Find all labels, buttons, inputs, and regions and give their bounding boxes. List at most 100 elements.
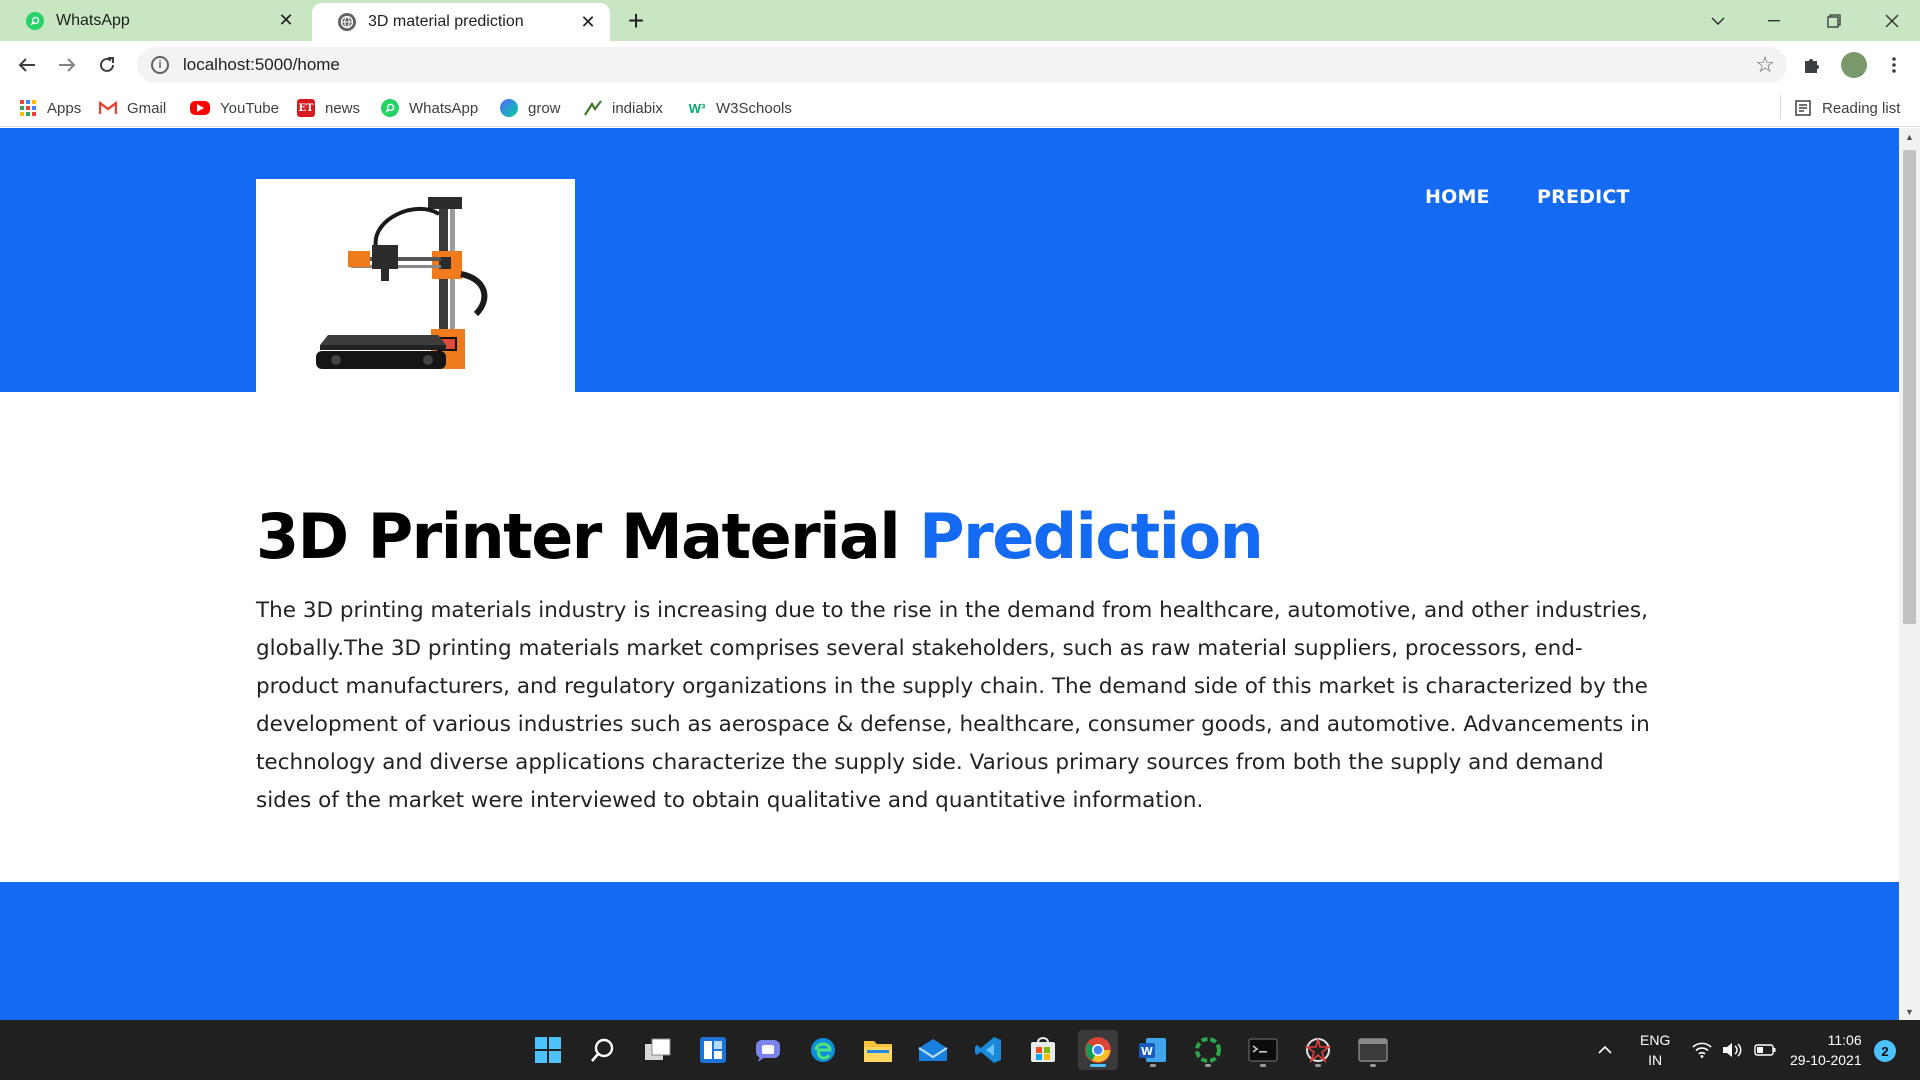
bookmark-youtube[interactable]: YouTube <box>190 96 279 120</box>
gmail-icon <box>99 99 117 117</box>
bookmark-label: WhatsApp <box>409 99 479 117</box>
active-indicator <box>1090 1064 1106 1067</box>
window-app-icon[interactable] <box>1353 1030 1393 1070</box>
whatsapp-icon <box>381 99 399 117</box>
back-arrow-icon[interactable] <box>10 48 44 82</box>
bookmark-apps[interactable]: Apps <box>19 96 81 120</box>
spinner-app-icon[interactable] <box>1188 1030 1228 1070</box>
tray-overflow-chevron-icon[interactable] <box>1598 1020 1612 1080</box>
tab-search-chevron-icon[interactable] <box>1690 0 1746 41</box>
scroll-down-arrow-icon[interactable]: ▼ <box>1899 1003 1920 1020</box>
bookmark-indiabix[interactable]: indiabix <box>584 96 663 120</box>
running-indicator <box>1260 1064 1266 1067</box>
word-icon[interactable]: W <box>1133 1030 1173 1070</box>
bookmark-label: YouTube <box>220 99 279 117</box>
indiabix-icon <box>584 99 602 117</box>
page-scrollbar[interactable]: ▲ ▼ <box>1899 128 1920 1020</box>
bookmark-label: indiabix <box>612 99 663 117</box>
new-tab-button[interactable]: + <box>618 4 654 38</box>
bookmark-label: grow <box>528 99 561 117</box>
clock-time: 11:06 <box>1827 1032 1862 1048</box>
youtube-icon <box>190 101 210 115</box>
reading-list-button[interactable]: Reading list <box>1794 96 1900 120</box>
chrome-icon[interactable] <box>1078 1030 1118 1070</box>
widgets-icon[interactable] <box>693 1030 733 1070</box>
site-info-icon[interactable]: i <box>151 56 169 74</box>
bookmark-label: Apps <box>47 99 82 117</box>
windows-taskbar: W ENG IN 11:06 29-10-2021 <box>0 1020 1920 1080</box>
globe-icon <box>338 13 356 31</box>
running-indicator <box>1370 1064 1376 1067</box>
page-viewport: HOME PREDICT 3D Printer Material Predict… <box>0 128 1899 1020</box>
mail-icon[interactable] <box>913 1030 953 1070</box>
forward-arrow-icon[interactable] <box>50 48 84 82</box>
language-code: ENG <box>1640 1032 1671 1048</box>
bookmark-label: Gmail <box>127 99 167 117</box>
language-region: IN <box>1648 1052 1663 1068</box>
whatsapp-icon <box>26 11 44 30</box>
intro-paragraph: The 3D printing materials industry is in… <box>256 598 1650 813</box>
running-indicator <box>1150 1064 1156 1067</box>
bookmark-w3schools[interactable]: W³ W3Schools <box>688 96 792 120</box>
title-main-text: 3D Printer Material <box>256 500 920 573</box>
running-indicator <box>1315 1064 1321 1067</box>
bookmark-gmail[interactable]: Gmail <box>99 96 166 120</box>
apps-grid-icon <box>19 99 37 117</box>
w3schools-icon: W³ <box>688 100 706 116</box>
address-bar[interactable]: i localhost:5000/home ☆ <box>137 47 1787 83</box>
wifi-icon[interactable] <box>1692 1020 1712 1080</box>
reading-list-icon <box>1794 99 1812 117</box>
hero-header: HOME PREDICT <box>0 128 1899 392</box>
notification-badge[interactable]: 2 <box>1874 1040 1896 1062</box>
tab-whatsapp[interactable]: WhatsApp ✕ <box>0 0 308 41</box>
tab-strip: WhatsApp ✕ 3D material prediction ✕ + <box>0 0 1920 41</box>
language-indicator[interactable]: ENG IN <box>1640 1020 1670 1080</box>
nav-home-link[interactable]: HOME <box>1425 186 1490 208</box>
profile-avatar[interactable] <box>1841 52 1867 78</box>
footer-band <box>0 882 1899 1020</box>
terminal-icon[interactable] <box>1243 1030 1283 1070</box>
edge-icon[interactable] <box>803 1030 843 1070</box>
nav-predict-link[interactable]: PREDICT <box>1537 186 1630 208</box>
bookmark-news[interactable]: ET news <box>297 96 360 120</box>
title-accent-text: Prediction <box>919 500 1264 573</box>
store-icon[interactable] <box>1023 1030 1063 1070</box>
file-explorer-icon[interactable] <box>858 1030 898 1070</box>
tab-3d-material-prediction[interactable]: 3D material prediction ✕ <box>312 3 610 41</box>
close-tab-icon[interactable]: ✕ <box>270 5 302 37</box>
reading-list-label: Reading list <box>1822 99 1901 117</box>
bookmark-label: W3Schools <box>716 99 792 117</box>
task-view-icon[interactable] <box>638 1030 678 1070</box>
page-title: 3D Printer Material Prediction <box>256 500 1264 573</box>
3d-printer-image <box>256 179 575 392</box>
bookmark-whatsapp[interactable]: WhatsApp <box>381 96 478 120</box>
more-menu-icon[interactable] <box>1878 49 1910 81</box>
clock[interactable]: 11:06 29-10-2021 <box>1790 1020 1862 1080</box>
minimize-icon[interactable] <box>1746 0 1802 41</box>
bookmark-grow[interactable]: grow <box>500 96 561 120</box>
restore-icon[interactable] <box>1806 0 1862 41</box>
tab-title: 3D material prediction <box>368 13 524 30</box>
close-tab-icon[interactable]: ✕ <box>572 6 604 38</box>
bookmarks-separator <box>1780 95 1781 119</box>
teams-chat-icon[interactable] <box>748 1030 788 1070</box>
scrollbar-thumb[interactable] <box>1903 150 1916 624</box>
start-icon[interactable] <box>528 1030 568 1070</box>
clock-date: 29-10-2021 <box>1790 1052 1862 1068</box>
volume-icon[interactable] <box>1722 1020 1744 1080</box>
bookmark-label: news <box>325 99 361 117</box>
url-text[interactable]: localhost:5000/home <box>183 55 340 75</box>
reload-icon[interactable] <box>90 48 124 82</box>
scroll-up-arrow-icon[interactable]: ▲ <box>1899 128 1920 145</box>
settings-app-icon[interactable] <box>1298 1030 1338 1070</box>
svg-text:W: W <box>1141 1045 1153 1058</box>
et-news-icon: ET <box>297 99 315 117</box>
search-icon[interactable] <box>583 1030 623 1070</box>
bookmarks-bar: Apps Gmail YouTube ET news WhatsApp grow… <box>0 89 1920 127</box>
extensions-puzzle-icon[interactable] <box>1796 49 1828 81</box>
tab-title: WhatsApp <box>56 11 130 29</box>
vscode-icon[interactable] <box>968 1030 1008 1070</box>
bookmark-star-icon[interactable]: ☆ <box>1755 52 1775 78</box>
battery-icon[interactable] <box>1754 1020 1776 1080</box>
close-window-icon[interactable] <box>1864 0 1920 41</box>
